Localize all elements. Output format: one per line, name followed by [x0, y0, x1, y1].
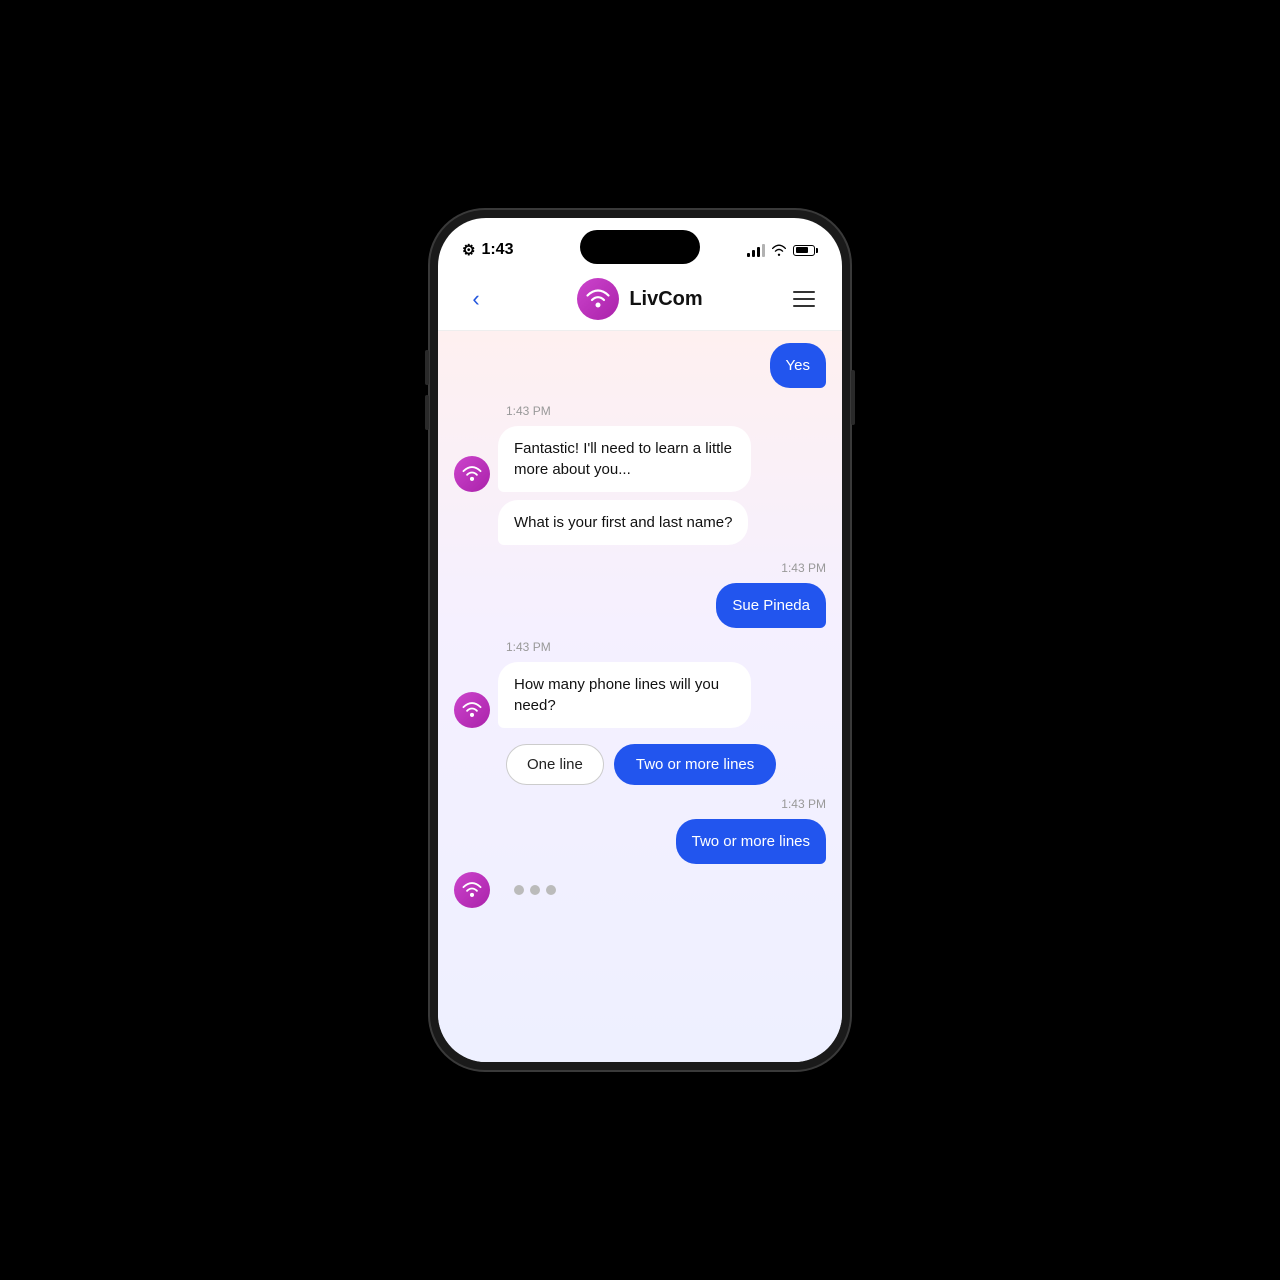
phone-frame: ⚙ 1:43	[430, 210, 850, 1070]
menu-icon	[793, 291, 815, 293]
wifi-icon	[771, 244, 787, 256]
typing-dot-2	[530, 885, 540, 895]
bot-avatar-1	[454, 456, 490, 492]
signal-icon	[747, 243, 765, 257]
status-icons	[747, 243, 818, 257]
gear-icon: ⚙	[462, 241, 475, 259]
typing-dot-3	[546, 885, 556, 895]
phone-screen: ⚙ 1:43	[438, 218, 842, 1062]
user-row-1: Sue Pineda	[454, 583, 826, 628]
menu-icon	[793, 305, 815, 307]
vol-down-btn	[425, 395, 429, 430]
bot-bubble-2: What is your first and last name?	[498, 500, 748, 545]
bot-avatar-3	[454, 872, 490, 908]
timestamp-2: 1:43 PM	[454, 561, 826, 575]
timestamp-4: 1:43 PM	[454, 797, 826, 811]
typing-dot-1	[514, 885, 524, 895]
menu-icon	[793, 298, 815, 300]
dynamic-island	[580, 230, 700, 264]
user-row-2: Two or more lines	[454, 819, 826, 864]
power-btn	[851, 370, 855, 425]
bot-message-row-2: What is your first and last name?	[454, 500, 826, 545]
header-logo: LivCom	[577, 278, 702, 320]
menu-button[interactable]	[786, 281, 822, 317]
vol-up-btn	[425, 350, 429, 385]
status-time-label: 1:43	[481, 241, 513, 259]
bot-avatar-2	[454, 692, 490, 728]
typing-indicator	[498, 873, 572, 907]
timestamp-1: 1:43 PM	[506, 404, 826, 418]
timestamp-3: 1:43 PM	[506, 640, 826, 654]
bot-message-row-3: How many phone lines will you need?	[454, 662, 826, 728]
bot-message-row-1: Fantastic! I'll need to learn a little m…	[454, 426, 826, 492]
two-or-more-lines-button[interactable]: Two or more lines	[614, 744, 776, 785]
quick-replies: One line Two or more lines	[506, 744, 826, 785]
bot-bubble-1: Fantastic! I'll need to learn a little m…	[498, 426, 751, 492]
app-header: ‹ LivCom	[438, 268, 842, 331]
battery-icon	[793, 245, 818, 256]
chat-area: Yes 1:43 PM Fantastic! I'll need to lear…	[438, 331, 842, 1062]
bot-bubble-3: How many phone lines will you need?	[498, 662, 751, 728]
yes-partial-row: Yes	[454, 343, 826, 388]
typing-row	[454, 872, 826, 908]
user-bubble-1: Sue Pineda	[716, 583, 826, 628]
app-name-label: LivCom	[629, 288, 702, 311]
app-logo	[577, 278, 619, 320]
one-line-button[interactable]: One line	[506, 744, 604, 785]
back-button[interactable]: ‹	[458, 281, 494, 317]
yes-bubble: Yes	[770, 343, 826, 388]
user-bubble-2: Two or more lines	[676, 819, 826, 864]
